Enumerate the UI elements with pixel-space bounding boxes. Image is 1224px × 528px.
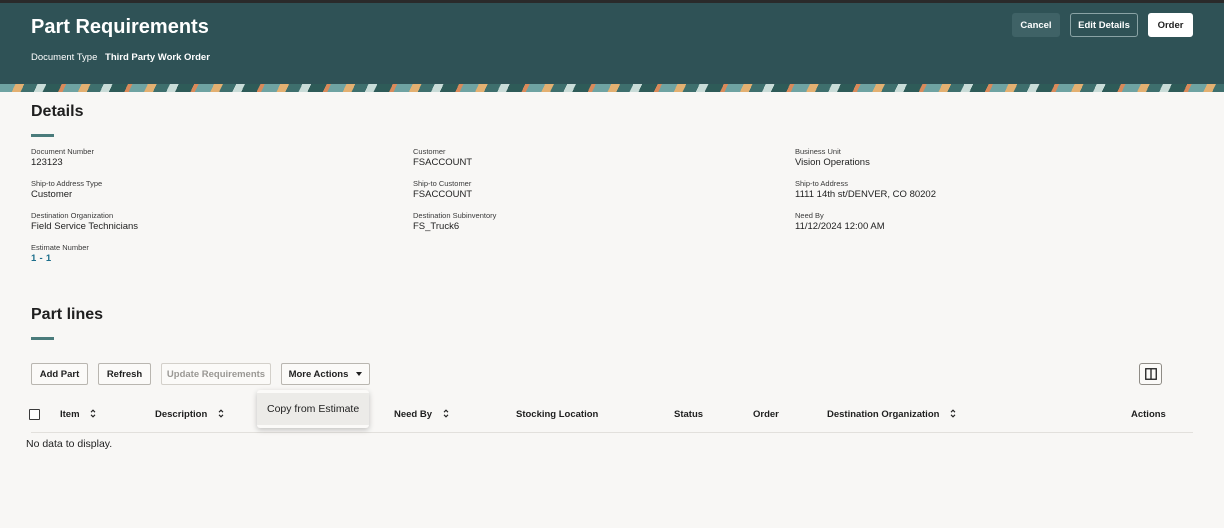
field-value: Vision Operations (795, 157, 870, 168)
column-header-label: Item (60, 409, 80, 420)
more-actions-menu: Copy from Estimate (257, 390, 369, 428)
decorative-banner (0, 84, 1224, 92)
caret-down-icon (356, 372, 363, 376)
field-label: Ship-to Customer (413, 179, 472, 188)
field-label: Business Unit (795, 147, 841, 156)
field-destination-subinventory: Destination Subinventory FS_Truck6 (413, 211, 496, 233)
update-requirements-button[interactable]: Update Requirements (161, 363, 271, 385)
cancel-button[interactable]: Cancel (1012, 13, 1060, 37)
field-label: Ship-to Address Type (31, 179, 103, 188)
more-actions-button[interactable]: More Actions (281, 363, 370, 385)
column-header-label: Destination Organization (827, 409, 940, 420)
column-header-need-by[interactable]: Need By (394, 409, 449, 420)
field-value: FSACCOUNT (413, 157, 473, 168)
add-part-button[interactable]: Add Part (31, 363, 88, 385)
menu-item-copy-from-estimate[interactable]: Copy from Estimate (257, 393, 369, 425)
empty-table-message: No data to display. (26, 438, 113, 450)
refresh-button[interactable]: Refresh (98, 363, 151, 385)
field-label: Document Number (31, 147, 94, 156)
column-header-stocking-location[interactable]: Stocking Location (516, 409, 598, 420)
column-header-destination-organization[interactable]: Destination Organization (827, 409, 956, 420)
field-ship-to-address: Ship-to Address 1111 14th st/DENVER, CO … (795, 179, 936, 201)
sort-icon (218, 409, 224, 418)
field-customer: Customer FSACCOUNT (413, 147, 472, 169)
document-type: Document Type Third Party Work Order (31, 52, 210, 63)
column-header-order[interactable]: Order (753, 409, 779, 420)
field-value: Field Service Technicians (31, 221, 139, 232)
field-value: Customer (31, 189, 73, 200)
sort-icon (443, 409, 449, 418)
field-value: FSACCOUNT (413, 189, 473, 200)
select-all-checkbox[interactable] (29, 409, 40, 420)
document-type-label: Document Type (31, 52, 98, 63)
column-header-actions: Actions (1131, 409, 1166, 420)
field-value: 1111 14th st/DENVER, CO 80202 (795, 189, 936, 200)
field-ship-to-customer: Ship-to Customer FSACCOUNT (413, 179, 472, 201)
field-value: 123123 (31, 157, 63, 168)
field-need-by: Need By 11/12/2024 12:00 AM (795, 211, 885, 233)
table-header-divider (31, 432, 1193, 433)
columns-toggle-button[interactable] (1139, 363, 1162, 385)
details-title-underline (31, 134, 54, 137)
field-label: Ship-to Address (795, 179, 848, 188)
field-business-unit: Business Unit Vision Operations (795, 147, 870, 169)
order-button[interactable]: Order (1148, 13, 1193, 37)
column-header-label: Description (155, 409, 208, 420)
field-label: Need By (795, 211, 824, 220)
more-actions-label: More Actions (288, 368, 349, 380)
edit-details-button[interactable]: Edit Details (1070, 13, 1138, 37)
field-estimate-number: Estimate Number 1 - 1 (31, 243, 89, 265)
field-label: Estimate Number (31, 243, 89, 252)
part-lines-title-underline (31, 337, 54, 340)
column-header-label: Need By (394, 409, 433, 420)
field-ship-to-address-type: Ship-to Address Type Customer (31, 179, 102, 201)
field-label: Customer (413, 147, 446, 156)
field-label: Destination Subinventory (413, 211, 497, 220)
field-destination-organization: Destination Organization Field Service T… (31, 211, 138, 233)
column-header-status[interactable]: Status (674, 409, 703, 420)
details-title: Details (31, 103, 84, 120)
document-type-value: Third Party Work Order (105, 52, 210, 63)
estimate-number-link[interactable]: 1 - 1 (31, 253, 89, 265)
column-header-item[interactable]: Item (60, 409, 96, 420)
field-label: Destination Organization (31, 211, 114, 220)
sort-icon (950, 409, 956, 418)
columns-icon (1144, 368, 1157, 380)
page-title: Part Requirements (31, 16, 209, 38)
sort-icon (90, 409, 96, 418)
column-header-description[interactable]: Description (155, 409, 224, 420)
field-value: FS_Truck6 (413, 221, 460, 232)
field-value: 11/12/2024 12:00 AM (795, 221, 885, 232)
part-lines-title: Part lines (31, 306, 104, 323)
field-document-number: Document Number 123123 (31, 147, 94, 169)
